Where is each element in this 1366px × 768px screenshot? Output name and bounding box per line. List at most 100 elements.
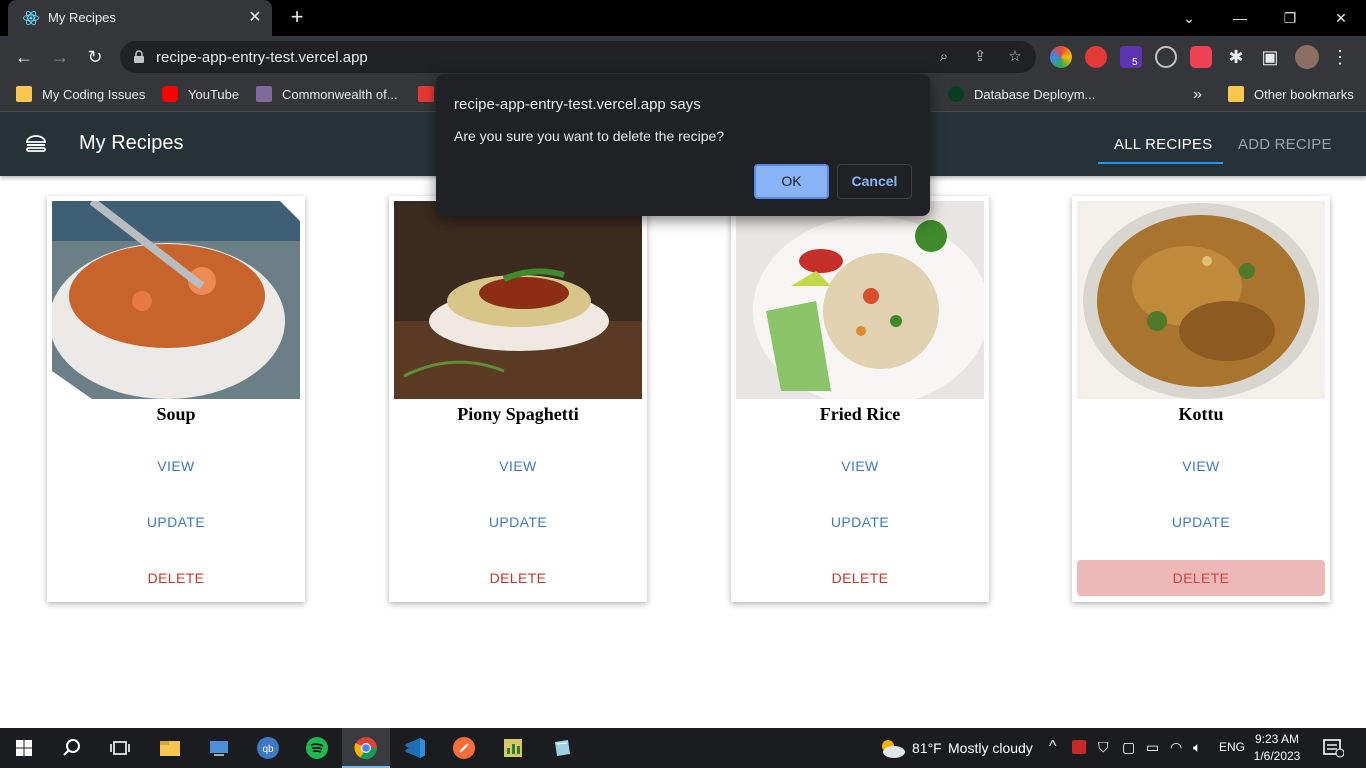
chrome-menu-icon[interactable]: ⋮ bbox=[1328, 45, 1352, 69]
recipe-card: Soup VIEW UPDATE DELETE bbox=[47, 196, 305, 602]
dialog-message: Are you sure you want to delete the reci… bbox=[454, 128, 725, 144]
extension-badge-count: 5 bbox=[1129, 57, 1141, 68]
pocket-extension-icon[interactable] bbox=[1190, 46, 1212, 68]
language-indicator[interactable]: ENG bbox=[1219, 740, 1245, 754]
qbittorrent-icon: qb bbox=[257, 737, 279, 759]
back-icon[interactable]: ← bbox=[12, 45, 36, 69]
weather-temp[interactable]: 81°F bbox=[912, 740, 942, 756]
burger-icon[interactable] bbox=[24, 132, 48, 156]
view-button[interactable]: VIEW bbox=[736, 448, 984, 484]
bookmarks-overflow-button[interactable]: » bbox=[1193, 85, 1202, 105]
folder-icon bbox=[1228, 86, 1244, 102]
tab-add-recipe[interactable]: ADD RECIPE bbox=[1238, 136, 1332, 153]
search-icon bbox=[63, 739, 80, 756]
recipe-card: Fried Rice VIEW UPDATE DELETE bbox=[731, 196, 989, 602]
zoom-icon[interactable]: ⌕ bbox=[934, 47, 954, 67]
taskbar-app[interactable] bbox=[538, 728, 586, 768]
taskbar-app[interactable] bbox=[195, 728, 243, 768]
weather-description[interactable]: Mostly cloudy bbox=[948, 740, 1033, 756]
new-tab-icon[interactable]: + bbox=[286, 6, 308, 29]
other-bookmarks[interactable]: Other bookmarks bbox=[1228, 85, 1354, 105]
view-button[interactable]: VIEW bbox=[52, 448, 300, 484]
tab-all-recipes[interactable]: ALL RECIPES bbox=[1114, 136, 1212, 153]
bookmark-item[interactable]: YouTube bbox=[162, 85, 239, 105]
postman-icon bbox=[453, 737, 475, 759]
taskbar-app[interactable] bbox=[440, 728, 488, 768]
show-hidden-icons-icon[interactable]: ^ bbox=[1049, 738, 1057, 756]
system-clock[interactable]: 9:23 AM 1/6/2023 bbox=[1252, 731, 1302, 765]
bookmark-item[interactable]: Database Deploym... bbox=[948, 85, 1095, 105]
browser-toolbar: ← → ↻ recipe-app-entry-test.vercel.app ⌕… bbox=[0, 36, 1366, 78]
bookmark-label: Commonwealth of... bbox=[282, 87, 398, 102]
windows-icon bbox=[16, 740, 32, 756]
vscode-icon bbox=[405, 738, 425, 758]
extensions-puzzle-icon[interactable]: ✱ bbox=[1224, 45, 1248, 69]
remote-desktop-icon bbox=[210, 741, 228, 756]
search-button[interactable] bbox=[48, 728, 96, 768]
taskbar-app[interactable] bbox=[489, 728, 537, 768]
cancel-button[interactable]: Cancel bbox=[837, 164, 912, 199]
reload-icon[interactable]: ↻ bbox=[83, 45, 107, 69]
commonwealth-icon bbox=[256, 86, 272, 102]
bookmark-label: Database Deploym... bbox=[974, 87, 1096, 102]
app-title: My Recipes bbox=[79, 132, 184, 154]
taskbar-app[interactable] bbox=[391, 728, 439, 768]
view-button[interactable]: VIEW bbox=[394, 448, 642, 484]
ok-button[interactable]: OK bbox=[754, 164, 829, 199]
view-button[interactable]: VIEW bbox=[1077, 448, 1325, 484]
charts-app-icon bbox=[504, 739, 522, 757]
taskbar-app[interactable]: qb bbox=[244, 728, 292, 768]
bookmark-star-icon[interactable]: ☆ bbox=[1005, 47, 1025, 67]
update-button[interactable]: UPDATE bbox=[394, 504, 642, 540]
profile-avatar[interactable] bbox=[1295, 45, 1319, 69]
share-icon[interactable]: ⇪ bbox=[970, 47, 990, 67]
recipe-name: Fried Rice bbox=[819, 404, 901, 424]
taskbar-app[interactable] bbox=[146, 728, 194, 768]
clock-date: 1/6/2023 bbox=[1253, 749, 1301, 763]
taskbar-app[interactable] bbox=[293, 728, 341, 768]
volume-icon[interactable]: 🔈︎ bbox=[1193, 739, 1201, 756]
battery-icon[interactable]: ▭ bbox=[1146, 739, 1159, 756]
tab-search-icon[interactable]: ⌄ bbox=[1177, 6, 1201, 30]
recipe-image bbox=[736, 201, 984, 399]
update-button[interactable]: UPDATE bbox=[736, 504, 984, 540]
extension-badge-icon[interactable]: 5 bbox=[1120, 46, 1142, 68]
update-button[interactable]: UPDATE bbox=[52, 504, 300, 540]
chrome-icon bbox=[354, 737, 377, 759]
openai-extension-icon[interactable] bbox=[1155, 46, 1177, 68]
lock-icon bbox=[134, 50, 144, 63]
delete-button[interactable]: DELETE bbox=[52, 560, 300, 596]
tab-close-icon[interactable]: ✕ bbox=[246, 9, 264, 27]
spotify-icon bbox=[306, 737, 328, 759]
minimize-icon[interactable]: — bbox=[1228, 6, 1252, 30]
delete-button[interactable]: DELETE bbox=[1077, 560, 1325, 596]
recipe-image bbox=[1077, 201, 1325, 399]
delete-button[interactable]: DELETE bbox=[736, 560, 984, 596]
security-shield-icon[interactable]: ⛉ bbox=[1098, 739, 1109, 756]
bookmark-item[interactable]: My Coding Issues bbox=[16, 85, 145, 105]
clock-time: 9:23 AM bbox=[1254, 732, 1300, 746]
bookmark-item[interactable]: Commonwealth of... bbox=[256, 85, 398, 105]
meet-now-icon[interactable]: ▢ bbox=[1122, 739, 1135, 756]
wifi-icon[interactable]: ◠ bbox=[1170, 739, 1182, 756]
active-tab-indicator bbox=[1098, 162, 1223, 164]
tab-title: My Recipes bbox=[48, 10, 116, 25]
confirm-dialog: recipe-app-entry-test.vercel.app says Ar… bbox=[436, 74, 930, 216]
dialog-title: recipe-app-entry-test.vercel.app says bbox=[454, 96, 701, 113]
close-window-icon[interactable]: ✕ bbox=[1329, 6, 1353, 30]
address-bar[interactable]: recipe-app-entry-test.vercel.app ⌕ ⇪ ☆ bbox=[120, 41, 1036, 73]
color-extension-icon[interactable] bbox=[1050, 46, 1072, 68]
side-panel-icon[interactable]: ▣ bbox=[1258, 45, 1282, 69]
forward-icon[interactable]: → bbox=[48, 45, 72, 69]
start-button[interactable] bbox=[0, 728, 48, 768]
task-view-button[interactable] bbox=[96, 728, 144, 768]
update-button[interactable]: UPDATE bbox=[1077, 504, 1325, 540]
tray-app-icon[interactable] bbox=[1072, 740, 1086, 754]
delete-button[interactable]: DELETE bbox=[394, 560, 642, 596]
notifications-icon[interactable] bbox=[1322, 738, 1344, 758]
browser-tab[interactable]: My Recipes ✕ bbox=[8, 0, 272, 36]
recipe-name: Soup bbox=[156, 404, 196, 424]
adblock-extension-icon[interactable] bbox=[1085, 46, 1107, 68]
restore-icon[interactable]: ❐ bbox=[1278, 6, 1302, 30]
taskbar-app[interactable] bbox=[342, 728, 390, 768]
